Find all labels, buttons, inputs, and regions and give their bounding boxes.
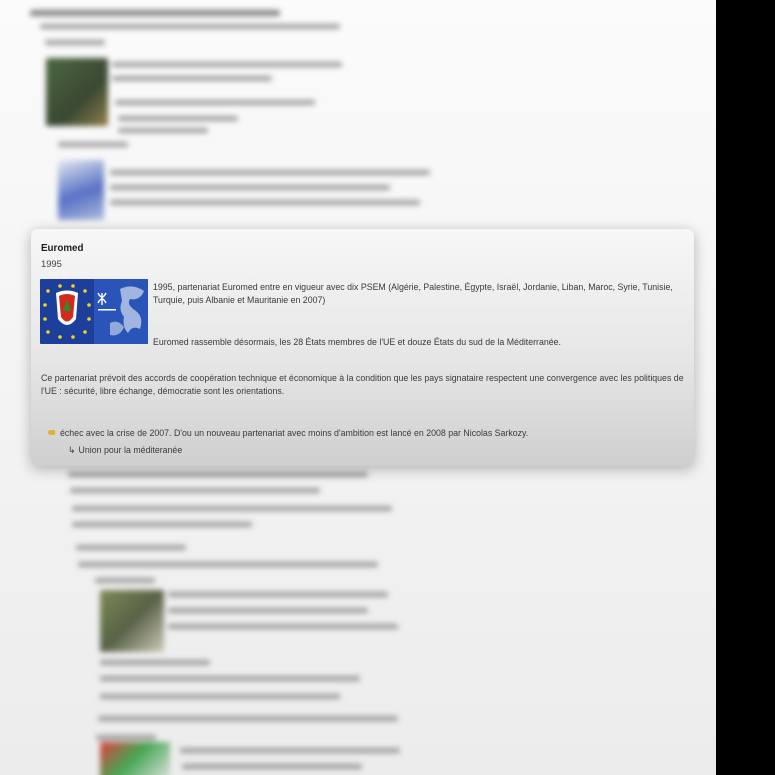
euromed-card: Euromed 1995 1995, partenariat Euromed e… [31, 229, 694, 466]
pencil-bullet-icon [48, 430, 55, 435]
blurred-line [110, 185, 390, 190]
card-year: 1995 [41, 258, 62, 269]
blurred-thumbnail [46, 58, 108, 126]
blurred-map-thumbnail [100, 742, 170, 775]
paragraph-history: 1995, partenariat Euromed entre en vigue… [153, 282, 673, 306]
blurred-line [168, 608, 368, 613]
blurred-line [168, 592, 388, 597]
blurred-line [40, 24, 340, 29]
euromed-flag-svg [40, 279, 148, 344]
blurred-line [58, 142, 128, 147]
blurred-line [72, 506, 392, 511]
bullet-item: échec avec la crise de 2007. D'ou un nou… [48, 427, 528, 440]
sub-item: ↳ Union pour la méditeranée [68, 444, 182, 458]
blurred-line [118, 128, 208, 133]
blurred-line [30, 10, 280, 16]
blurred-photo-thumbnail [100, 590, 164, 652]
blurred-line [112, 76, 272, 81]
blurred-line [45, 40, 105, 45]
blurred-line [182, 764, 362, 769]
card-title: Euromed [41, 243, 84, 254]
sub-item-text: Union pour la méditeranée [78, 445, 183, 456]
return-arrow-icon: ↳ [68, 445, 76, 455]
blurred-line [78, 562, 378, 567]
blurred-line [96, 735, 156, 740]
paragraph-members: Euromed rassemble désormais, les 28 État… [153, 337, 562, 347]
blurred-line [70, 488, 320, 493]
blurred-line [100, 694, 340, 699]
blurred-line [110, 170, 430, 175]
blurred-line [98, 716, 398, 721]
paragraph-agreements: Ce partenariat prévoit des accords de co… [41, 373, 684, 397]
blurred-line [168, 624, 398, 629]
blurred-line [76, 545, 186, 550]
blurred-line [68, 472, 368, 477]
blurred-line [115, 100, 315, 105]
blurred-line [180, 748, 400, 753]
blurred-line [110, 200, 420, 205]
blurred-line [72, 522, 252, 527]
blurred-line [100, 660, 210, 665]
blurred-line [100, 676, 360, 681]
blurred-line [95, 578, 155, 583]
blurred-map-thumbnail [58, 160, 104, 220]
bullet-text: échec avec la crise de 2007. D'ou un nou… [60, 428, 529, 438]
blurred-line [118, 116, 238, 121]
blurred-line [112, 62, 342, 67]
euromed-flag-image [40, 279, 148, 344]
